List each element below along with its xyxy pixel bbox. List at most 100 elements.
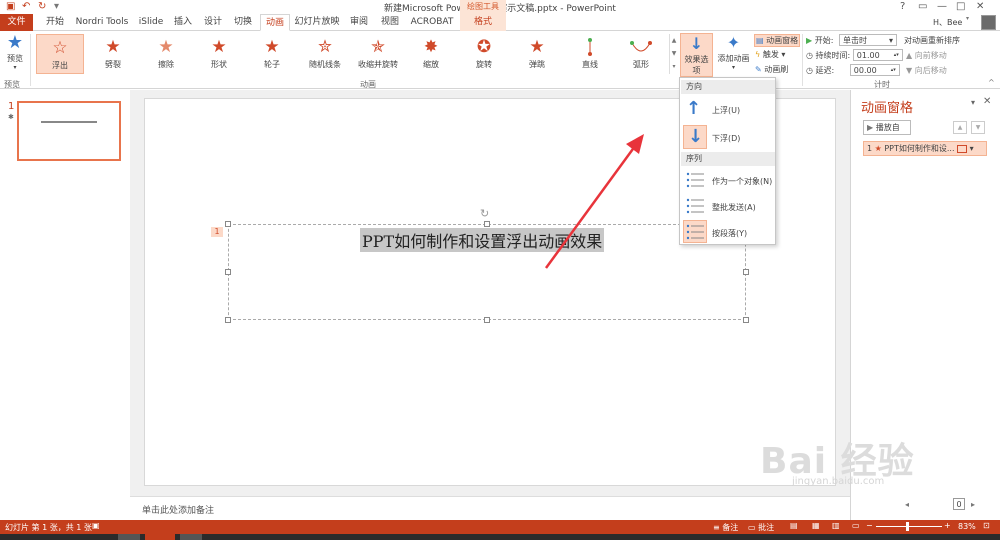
as-one-object-option[interactable]: 作为一个对象(N): [680, 168, 775, 192]
gallery-up-icon[interactable]: ▲: [670, 34, 678, 47]
reading-view-icon[interactable]: ▥: [832, 521, 840, 530]
tab-acrobat[interactable]: ACROBAT: [407, 14, 457, 31]
tab-insert[interactable]: 插入: [170, 14, 196, 31]
seconds-nav-icon[interactable]: ◂: [905, 500, 909, 509]
delay-field[interactable]: 00.00 ▴▾: [849, 64, 900, 76]
move-later-button[interactable]: ▼ 向后移动: [906, 65, 947, 76]
resize-handle[interactable]: [225, 221, 231, 227]
gallery-scrollbar[interactable]: ▲ ▼ ▾: [669, 34, 678, 74]
fit-slide-icon[interactable]: ⊡: [983, 521, 990, 530]
anim-split[interactable]: ★ 劈裂: [89, 34, 137, 74]
avatar[interactable]: [981, 15, 996, 30]
animation-pane-button[interactable]: ▤ 动画窗格: [754, 34, 801, 47]
notes-toggle-button[interactable]: ≡ 备注: [713, 522, 738, 533]
tab-format[interactable]: 格式: [460, 14, 506, 31]
anim-shrink-turn[interactable]: ✯ 收缩并旋转: [354, 34, 402, 74]
anim-shape[interactable]: ★ 形状: [195, 34, 243, 74]
zoom-level[interactable]: 83%: [958, 522, 976, 531]
seconds-next-icon[interactable]: ▸: [971, 500, 975, 509]
minimize-icon[interactable]: —: [937, 1, 947, 12]
item-chevron-icon[interactable]: ▾: [970, 144, 974, 153]
tab-islide[interactable]: iSlide: [135, 14, 167, 31]
preview-button[interactable]: ★ 预览 ▾: [2, 33, 28, 72]
taskbar-app-powerpoint[interactable]: [145, 534, 175, 540]
anim-line-path[interactable]: 直线: [566, 34, 614, 74]
gallery-down-icon[interactable]: ▼: [670, 47, 678, 60]
slide-thumbnail[interactable]: [17, 101, 121, 161]
animation-pane-title: 动画窗格: [861, 101, 914, 116]
float-up-option[interactable]: ↑ 上浮(U): [680, 96, 775, 122]
move-down-icon[interactable]: ▼: [971, 121, 985, 134]
animation-order-tag[interactable]: 1: [211, 227, 223, 237]
gallery-more-icon[interactable]: ▾: [670, 60, 678, 73]
anim-zoom[interactable]: ✸ 缩放: [407, 34, 455, 74]
duration-spinner-icon[interactable]: ▴▾: [894, 50, 899, 61]
zoom-slider[interactable]: [876, 522, 942, 531]
anim-wipe[interactable]: ★ 擦除: [142, 34, 190, 74]
taskbar-app[interactable]: [118, 534, 140, 540]
zoom-out-icon[interactable]: −: [866, 521, 873, 530]
tab-home[interactable]: 开始: [40, 14, 70, 31]
resize-handle[interactable]: [743, 317, 749, 323]
move-up-icon[interactable]: ▲: [953, 121, 967, 134]
spellcheck-icon[interactable]: ▣: [92, 521, 100, 530]
tab-view[interactable]: 视图: [377, 14, 403, 31]
resize-handle[interactable]: [484, 317, 490, 323]
notes-placeholder: 单击此处添加备注: [142, 506, 215, 516]
animation-painter-button[interactable]: ✎ 动画刷: [755, 64, 788, 75]
resize-handle[interactable]: [225, 269, 231, 275]
tab-design[interactable]: 设计: [200, 14, 226, 31]
tab-animations[interactable]: 动画: [260, 14, 290, 31]
one-object-icon: [686, 172, 704, 188]
anim-random-bars[interactable]: ✮ 随机线条: [301, 34, 349, 74]
by-paragraph-option[interactable]: 按段落(Y): [680, 220, 775, 244]
random-bars-star-icon: ✮: [317, 37, 333, 57]
taskbar-app[interactable]: [180, 534, 202, 540]
trigger-button[interactable]: ϟ 触发 ▾: [755, 49, 785, 60]
maximize-icon[interactable]: □: [956, 1, 965, 12]
tab-nordri-tools[interactable]: Nordri Tools: [74, 14, 130, 31]
collapse-ribbon-icon[interactable]: ^: [988, 78, 995, 87]
pane-close-icon[interactable]: ✕: [983, 96, 991, 107]
resize-handle[interactable]: [225, 317, 231, 323]
close-icon[interactable]: ✕: [976, 1, 984, 12]
ribbon-display-icon[interactable]: ▭: [918, 1, 927, 12]
animation-list-item[interactable]: 1 ★ PPT如何制作和设... ▾: [863, 141, 987, 156]
all-at-once-option[interactable]: 整批发送(A): [680, 194, 775, 218]
user-name[interactable]: H、Bee: [933, 17, 962, 28]
anim-spin[interactable]: ✪ 旋转: [460, 34, 508, 74]
add-animation-button[interactable]: ✦ 添加动画 ▾: [717, 33, 750, 71]
float-down-option[interactable]: ↓ 下浮(D): [680, 124, 775, 150]
user-chevron-down-icon[interactable]: ▾: [966, 15, 969, 22]
slideshow-icon[interactable]: ▭: [852, 521, 860, 530]
comments-toggle-button[interactable]: ▭ 批注: [748, 522, 774, 533]
notes-pane[interactable]: 单击此处添加备注: [130, 496, 850, 520]
move-earlier-button[interactable]: ▲ 向前移动: [906, 50, 947, 61]
normal-view-icon[interactable]: ▤: [790, 521, 798, 530]
help-icon[interactable]: ?: [900, 1, 905, 12]
rotate-handle-icon[interactable]: ↻: [480, 207, 489, 220]
tab-transitions[interactable]: 切换: [230, 14, 256, 31]
anim-float-out[interactable]: ☆ 浮出: [36, 34, 84, 74]
resize-handle[interactable]: [743, 269, 749, 275]
play-from-button[interactable]: ▶ 播放自: [863, 120, 911, 135]
anim-arc-path[interactable]: 弧形: [617, 34, 665, 74]
zoom-in-icon[interactable]: +: [944, 521, 951, 530]
start-chevron-icon: ▾: [888, 36, 893, 45]
seconds-field[interactable]: 0: [953, 498, 965, 510]
pane-options-chevron-icon[interactable]: ▾: [971, 98, 975, 107]
tab-slideshow[interactable]: 幻灯片放映: [294, 14, 340, 31]
resize-handle[interactable]: [484, 221, 490, 227]
zoom-slider-thumb[interactable]: [906, 522, 909, 531]
effect-options-button[interactable]: ↓ 效果选项 ▾: [680, 33, 713, 83]
slide-sorter-icon[interactable]: ▦: [812, 521, 820, 530]
separator: [802, 34, 803, 86]
tab-review[interactable]: 审阅: [346, 14, 372, 31]
add-animation-star-icon: ✦: [726, 33, 741, 52]
anim-wheel[interactable]: ★ 轮子: [248, 34, 296, 74]
tab-file[interactable]: 文件: [0, 14, 33, 31]
duration-field[interactable]: 01.00 ▴▾: [852, 49, 903, 61]
start-select[interactable]: 单击时 ▾: [838, 34, 897, 46]
anim-bounce[interactable]: ★ 弹跳: [513, 34, 561, 74]
delay-spinner-icon[interactable]: ▴▾: [891, 65, 896, 76]
